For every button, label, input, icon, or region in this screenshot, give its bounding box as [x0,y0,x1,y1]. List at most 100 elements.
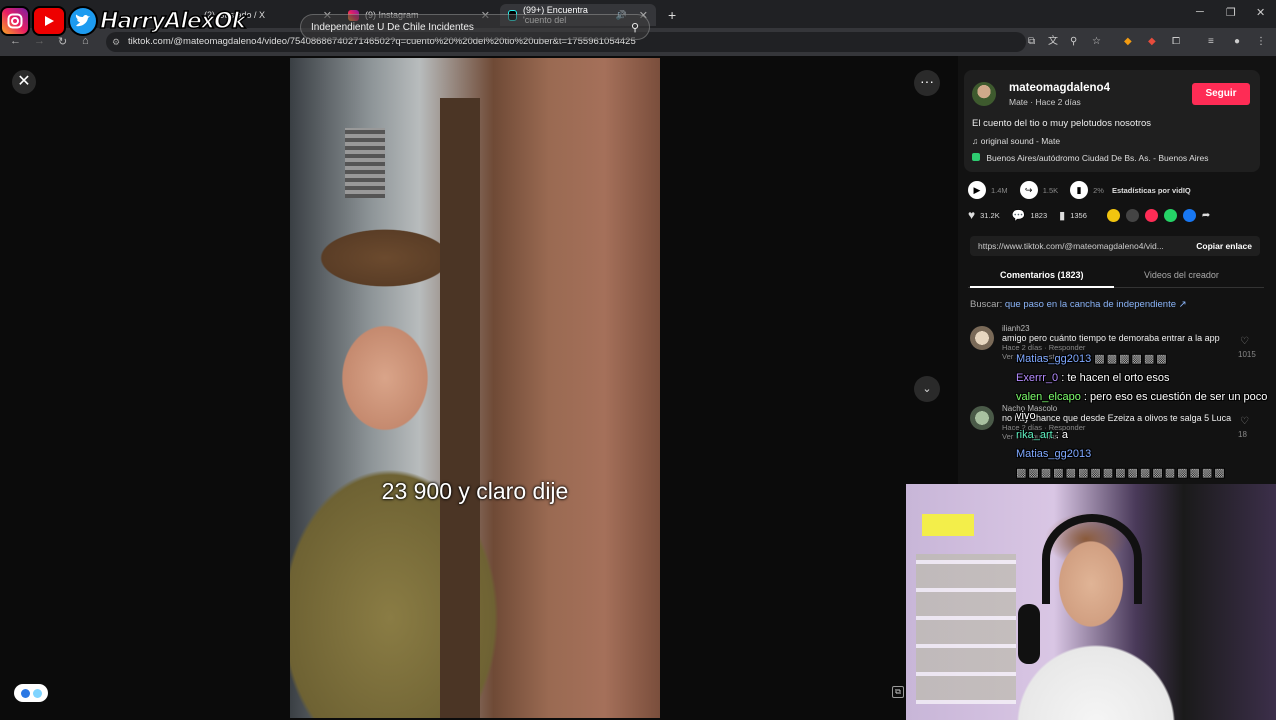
translate-icon[interactable]: 文 [1048,36,1059,47]
share-link-text: https://www.tiktok.com/@mateomagdaleno4/… [978,241,1164,251]
profile-icon[interactable]: ● [1234,36,1245,47]
chat-line: valen_elcapo : pero eso es cuestión de s… [1016,388,1274,426]
zoom-icon[interactable]: ⚲ [1070,36,1081,47]
video-frame-vent [345,128,385,198]
streamer-name: HarryAlexOk [99,8,247,35]
embed-icon[interactable] [1125,208,1139,222]
streamer-logo: HarryAlexOk [0,4,247,38]
author-name[interactable]: mateomagdaleno4 [1009,82,1110,94]
sound-link[interactable]: ♫ original sound - Mate [972,136,1060,146]
chevron-down-icon[interactable]: ⌄ [914,376,940,402]
comment-text: amigo pero cuánto tiempo te demoraba ent… [1002,333,1220,343]
bookmark-star-icon[interactable]: ☆ [1092,36,1103,47]
vidiq-icon [20,688,30,698]
bookmark-icon[interactable]: ▮ [1059,209,1065,222]
search-suggestion: Buscar: que paso en la cancha de indepen… [970,299,1187,310]
sound-label: original sound - Mate [980,136,1061,146]
author-card: mateomagdaleno4 Mate · Hace 2 días Segui… [964,70,1260,172]
vidiq-stats-label[interactable]: Estadísticas por vidIQ [1112,186,1191,195]
install-icon[interactable]: ⧉ [1028,36,1039,47]
chat-user: rika_art [1016,429,1053,441]
menu-icon[interactable]: ⋮ [1256,36,1267,47]
emote-icon: ▩▩▩▩▩▩▩▩▩▩▩▩▩▩▩▩▩ [1016,467,1227,479]
search-suggestion-link[interactable]: que paso en la cancha de independiente [1005,299,1176,310]
youtube-icon [32,6,66,36]
avatar[interactable] [970,326,994,350]
plays-count: 1.4M [991,185,1008,195]
vidiq-toggle[interactable] [14,684,48,702]
avatar[interactable] [970,406,994,430]
location-link[interactable]: Buenos Aires/autódromo Ciudad De Bs. As.… [972,153,1208,163]
close-window-icon[interactable]: ✕ [1256,6,1265,19]
minimize-icon[interactable]: ─ [1196,6,1204,18]
maximize-icon[interactable]: ❐ [1226,6,1236,19]
status-dot-icon [32,688,42,698]
search-placeholder: Independiente U De Chile Incidentes [311,21,474,33]
share-more-icon[interactable]: ➦ [1202,210,1210,221]
webcam-shelf [916,554,1016,704]
chat-message: : a [1055,429,1068,441]
new-tab-button[interactable]: + [660,4,684,26]
engagement-pct: 2% [1093,185,1104,195]
emote-icon: ▩▩▩▩▩▩ [1094,353,1169,365]
chat-user: valen_elcapo [1016,391,1081,403]
follow-button[interactable]: Seguir [1192,83,1250,105]
comments-count: 1823 [1030,210,1048,220]
tab-creator-videos[interactable]: Videos del creador [1144,270,1219,280]
video-player[interactable] [290,58,660,718]
chat-line: rika_art : a [1016,426,1274,445]
shares-count: 1.5K [1042,185,1059,195]
search-icon[interactable]: ⚲ [631,21,639,34]
engagement-row: ♥ 31.2K 💬 1823 ▮ 1356 ➦ [968,208,1210,222]
extensions-puzzle-icon[interactable]: ⧠ [1172,36,1183,47]
location-label: Buenos Aires/autódromo Ciudad De Bs. As.… [986,153,1209,163]
comment-icon[interactable]: 💬 [1012,209,1026,222]
saves-count: 1356 [1070,210,1087,220]
instagram-icon [0,6,30,36]
chat-line: Exerrr_0 : te hacen el orto esos [1016,369,1274,388]
play-icon: ▶ [968,181,986,199]
reading-list-icon[interactable]: ≡ [1208,36,1219,47]
chat-line: Matias_gg2013 ▩▩▩▩▩▩▩▩▩▩▩▩▩▩▩▩▩ [1016,445,1274,483]
stream-chat-overlay: Matias_gg2013 ▩▩▩▩▩▩ Exerrr_0 : te hacen… [1016,350,1274,483]
tab-comments[interactable]: Comentarios (1823) [970,270,1113,288]
headset-shape [1042,514,1142,604]
webcam-wall-sign [922,514,974,536]
avatar[interactable] [972,82,996,106]
video-frame-door [440,98,480,718]
extension-icon[interactable]: ◆ [1124,36,1135,47]
post-description: El cuento del tio o muy pelotudos nosotr… [972,118,1152,129]
likes-count: 31.2K [980,210,1000,220]
author-subtitle: Mate · Hace 2 días [1009,97,1081,107]
share-arrow-icon: ↪ [1019,181,1038,199]
music-note-icon: ♫ [972,136,981,146]
video-caption: 23 900 y claro dije [381,478,569,504]
picture-in-picture-icon[interactable]: ⧉ [892,686,904,698]
twitter-icon [68,6,98,36]
send-icon[interactable] [1144,208,1158,222]
vidiq-stats-row: ▶ 1.4M ↪ 1.5K ▮ 2% Estadísticas por vidI… [968,181,1191,199]
chat-line: Matias_gg2013 ▩▩▩▩▩▩ [1016,350,1274,369]
comments-tabs: Comentarios (1823) Videos del creador [968,264,1264,288]
microphone-shape [1018,604,1040,664]
chat-user: Matias_gg2013 [1016,448,1092,460]
whatsapp-icon[interactable] [1163,208,1177,222]
facebook-icon[interactable] [1182,208,1196,222]
search-prefix: Buscar: [970,299,1003,310]
extension-icon[interactable]: ◆ [1148,36,1159,47]
close-icon[interactable]: ✕ [12,70,36,94]
chat-user: Matias_gg2013 [1016,353,1092,365]
heart-icon[interactable]: ♥ [968,208,975,222]
chat-user: Exerrr_0 [1016,372,1059,384]
share-link-field[interactable]: https://www.tiktok.com/@mateomagdaleno4/… [970,236,1260,256]
copy-link-button[interactable]: Copiar enlace [1196,236,1252,256]
emoji-share-icon[interactable] [1106,208,1120,222]
chat-message: : te hacen el orto esos [1061,372,1170,384]
video-stage: ✕ ··· ⌄ [0,56,958,720]
more-options-icon[interactable]: ··· [914,70,940,96]
video-search-input[interactable]: Independiente U De Chile Incidentes ⚲ [300,14,650,40]
search-arrow-icon: ↗ [1178,299,1187,310]
streamer-webcam [906,484,1276,720]
comment-user[interactable]: ilianh23 [1002,324,1232,333]
heart-outline-icon[interactable]: ♡ [1240,336,1249,347]
